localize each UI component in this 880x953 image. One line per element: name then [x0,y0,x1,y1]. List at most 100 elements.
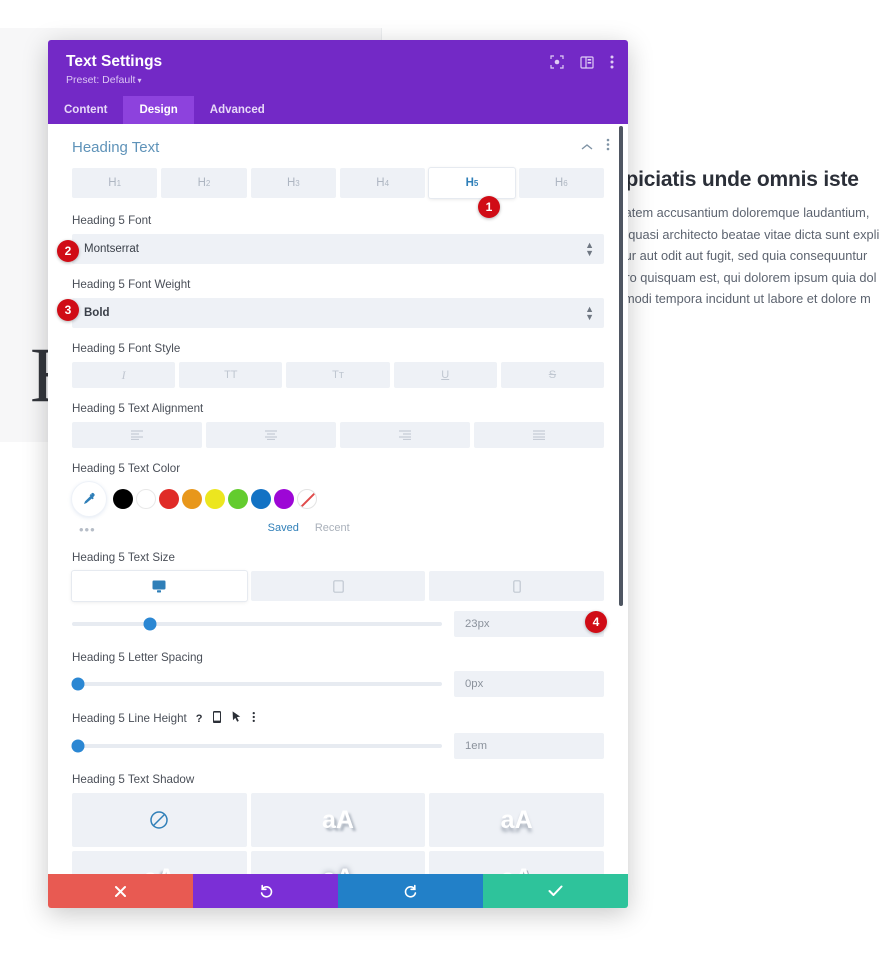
modal-title-block: Text Settings Preset: Default ▾ [66,52,162,86]
swatch-red[interactable] [159,489,179,510]
undo-button[interactable] [193,874,338,908]
letter-spacing-knob[interactable] [71,677,85,691]
annotation-badge-2: 2 [57,240,79,262]
saved-colors-link[interactable]: Saved [268,522,299,534]
uppercase-icon[interactable]: TT [179,362,283,389]
underline-icon[interactable]: U [393,362,497,389]
field-heading-text-color: Heading 5 Text Color ••• Saved Recent [48,462,628,537]
preset-label: Preset: Default [66,74,136,87]
modal-title: Text Settings [66,53,163,70]
small-caps-glyph: Tᴛ [332,369,344,382]
split-view-icon[interactable] [580,55,594,69]
label-heading-letter-spacing: Heading 5 Letter Spacing [72,651,203,665]
swatch-orange[interactable] [182,489,202,510]
cursor-icon[interactable] [232,711,241,726]
heading-level-h3[interactable]: H3 [250,168,336,199]
tab-advanced[interactable]: Advanced [194,96,281,124]
kebab-menu-icon[interactable] [610,55,614,69]
line-height-value[interactable]: 1em [454,733,604,760]
text-shadow-none[interactable] [72,793,247,848]
text-shadow-option-5[interactable]: aA [429,851,604,874]
annotation-badge-1: 1 [478,196,500,218]
device-phone-icon[interactable] [429,571,605,602]
h-label: H [376,177,385,190]
swatch-none[interactable] [297,489,317,510]
shadow-preview: aA [501,864,533,874]
device-tablet-icon[interactable] [250,571,426,602]
letter-spacing-value[interactable]: 0px [454,671,604,698]
swatch-blue[interactable] [251,489,271,510]
preset-selector[interactable]: Preset: Default ▾ [66,74,162,86]
heading-level-h6[interactable]: H6 [518,168,604,199]
device-desktop-icon[interactable] [72,571,247,602]
swatch-white[interactable] [136,489,156,510]
field-heading-text-alignment: Heading 5 Text Alignment [48,402,628,449]
align-right-icon[interactable] [340,422,470,449]
heading-level-h1[interactable]: H1 [72,168,158,199]
kebab-icon[interactable] [252,711,256,726]
mobile-icon[interactable] [213,711,222,726]
text-size-value[interactable]: 23px [454,611,604,638]
line-height-knob[interactable] [71,739,85,753]
badge-number: 3 [64,303,72,317]
heading-level-h4[interactable]: H4 [339,168,426,199]
redo-button[interactable] [338,874,483,908]
eyedropper-icon[interactable] [72,482,106,517]
section-heading-text: Heading Text [48,124,628,168]
line-height-label-text: Heading 5 Line Height [72,712,187,726]
cancel-button[interactable] [48,874,193,908]
align-justify-icon[interactable] [474,422,604,449]
tab-design[interactable]: Design [123,96,194,125]
small-caps-icon[interactable]: Tᴛ [286,362,390,389]
color-palette [72,482,604,517]
strikethrough-icon[interactable]: S [500,362,605,389]
heading-font-value: Montserrat [84,243,139,256]
heading-font-weight-value: Bold [84,307,110,320]
shadow-preview: aA [322,805,354,834]
heading-level-h5[interactable]: H5 [429,168,515,199]
modal-header: Text Settings Preset: Default ▾ [48,40,628,97]
line-height-track[interactable] [71,739,442,753]
field-heading-line-height: Heading 5 Line Height ? 1em [48,711,628,760]
article-line: s modi tempora incidunt ut labore et dol… [614,291,871,306]
h-sub: 2 [205,178,211,188]
heading-level-h2[interactable]: H2 [161,168,247,199]
swatch-purple[interactable] [274,489,294,510]
h-sub: 1 [116,178,122,188]
badge-number: 4 [592,615,600,629]
article-line: et quasi architecto beatae vitae dicta s… [614,226,880,242]
text-shadow-option-1[interactable]: aA [250,793,426,848]
focus-icon[interactable] [550,55,564,69]
field-heading-text-shadow: Heading 5 Text Shadow aA aA aA aA aA [48,773,628,874]
h-label: H [465,177,474,190]
align-left-icon[interactable] [72,422,202,449]
label-heading-text-size: Heading 5 Text Size [72,551,175,565]
label-heading-text-alignment: Heading 5 Text Alignment [72,402,204,416]
text-size-track[interactable] [72,617,442,631]
article-line: orro quisquam est, qui dolorem ipsum qui… [614,269,877,285]
help-icon[interactable]: ? [196,713,203,725]
text-shadow-option-3[interactable]: aA [72,851,247,874]
swatch-yellow[interactable] [205,489,225,510]
swatch-black[interactable] [113,489,133,510]
text-shadow-option-4[interactable]: aA [250,851,426,874]
save-button[interactable] [483,874,628,908]
text-settings-modal: Text Settings Preset: Default ▾ Content … [48,40,628,908]
label-heading-line-height: Heading 5 Line Height ? [72,711,604,726]
tab-content[interactable]: Content [48,96,123,124]
recent-colors-link[interactable]: Recent [315,522,350,534]
heading-font-select[interactable]: Montserrat ▲ ▼ [72,234,604,265]
heading-font-weight-select[interactable]: Bold ▲ ▼ [72,298,604,329]
color-more-options[interactable]: ••• [79,522,96,537]
text-shadow-option-2[interactable]: aA [429,793,604,848]
align-center-icon[interactable] [206,422,336,449]
slider-line-height: 1em [71,733,604,760]
letter-spacing-track[interactable] [71,677,442,691]
badge-number: 2 [64,244,72,258]
chevron-up-icon[interactable] [581,138,593,156]
italic-icon[interactable]: I [72,362,176,389]
text-size-knob[interactable] [143,617,157,631]
screen: H spiciatis unde omnis iste ptatem accus… [0,0,880,953]
section-kebab-icon[interactable] [606,138,610,156]
swatch-green[interactable] [228,489,248,510]
